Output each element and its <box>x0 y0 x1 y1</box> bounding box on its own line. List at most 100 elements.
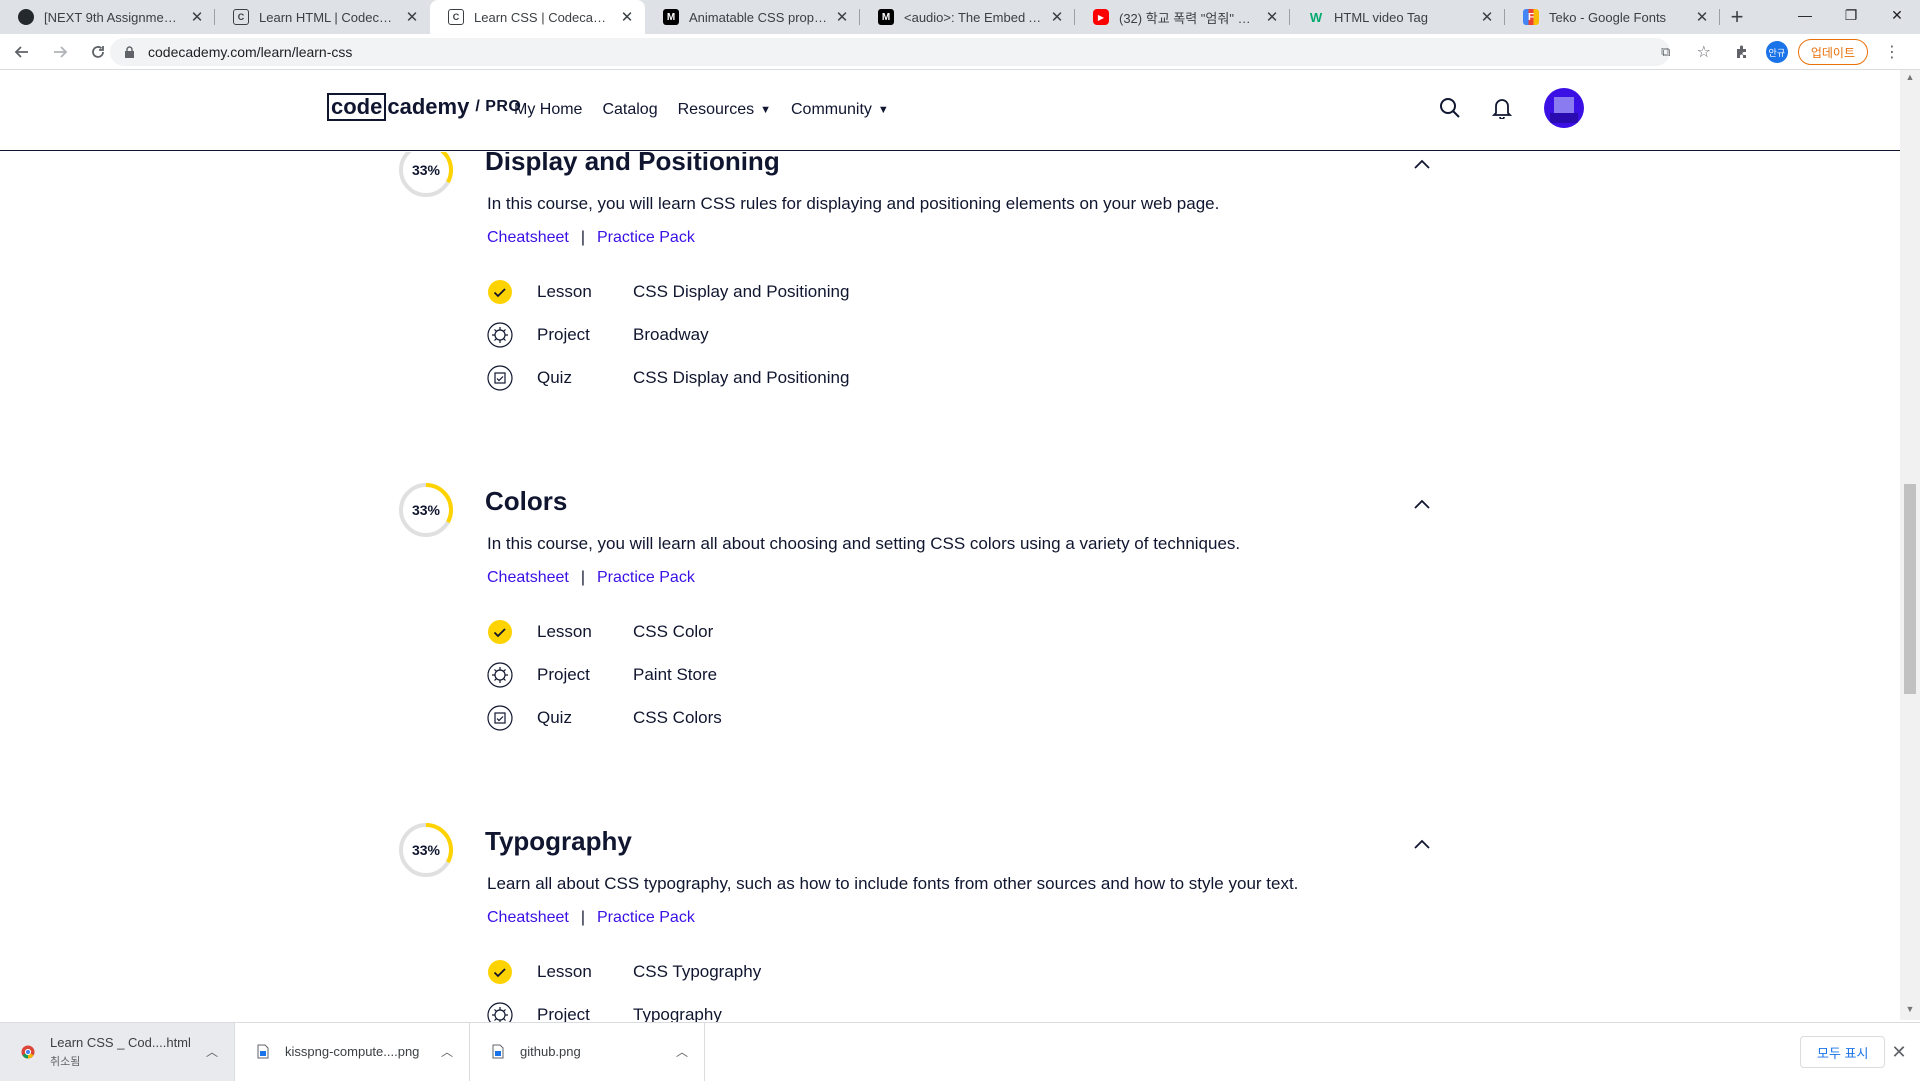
menu-kebab-icon[interactable]: ⋮ <box>1878 38 1906 66</box>
browser-tab[interactable]: C Learn HTML | Codecademy ✕ <box>215 0 430 34</box>
item-name: CSS Colors <box>633 707 722 727</box>
chevron-up-icon[interactable] <box>1410 492 1434 516</box>
item-type: Lesson <box>537 961 592 981</box>
scroll-down-icon[interactable]: ▼ <box>1900 1004 1920 1018</box>
quiz-icon <box>487 364 513 391</box>
logo-cademy: cademy <box>387 94 470 119</box>
close-shelf-icon[interactable]: ✕ <box>1888 1041 1910 1063</box>
back-button[interactable] <box>6 36 38 68</box>
browser-tab[interactable]: M <audio>: The Embed Audio ✕ <box>860 0 1075 34</box>
tab-title: <audio>: The Embed Audio <box>904 9 1043 25</box>
practice-pack-link[interactable]: Practice Pack <box>597 909 695 927</box>
browser-tab[interactable]: W HTML video Tag ✕ <box>1290 0 1505 34</box>
chevron-up-icon[interactable] <box>1410 832 1434 856</box>
translate-icon[interactable]: ⧉ <box>1652 38 1680 66</box>
check-icon <box>487 959 513 985</box>
project-icon <box>487 1001 513 1022</box>
lesson-row[interactable]: Lesson CSS Display and Positioning <box>487 270 849 313</box>
browser-tab[interactable]: F Teko - Google Fonts ✕ <box>1505 0 1720 34</box>
nav-catalog[interactable]: Catalog <box>602 101 657 119</box>
close-tab-icon[interactable]: ✕ <box>1479 8 1495 26</box>
chevron-up-icon[interactable]: ︿ <box>204 1043 220 1060</box>
minimize-icon[interactable]: — <box>1782 0 1828 30</box>
module-title: Colors <box>485 486 568 516</box>
chrome-icon <box>20 1043 36 1061</box>
show-all-downloads-button[interactable]: 모두 표시 <box>1800 1036 1886 1068</box>
chevron-up-icon[interactable] <box>1410 152 1434 176</box>
chevron-up-icon[interactable]: ︿ <box>439 1043 455 1060</box>
profile-avatar[interactable]: 안규 <box>1765 41 1788 63</box>
module-description: In this course, you will learn all about… <box>487 534 1241 553</box>
browser-tab[interactable]: ▶ (32) 학교 폭력 "엄줘" 도입 ✕ <box>1075 0 1290 34</box>
close-window-icon[interactable]: ✕ <box>1874 0 1920 30</box>
module-items: Lesson CSS Color Project Paint Store Qui… <box>487 610 722 739</box>
close-tab-icon[interactable]: ✕ <box>189 8 205 26</box>
practice-pack-link[interactable]: Practice Pack <box>597 569 695 587</box>
window-controls: — ❐ ✕ <box>1782 0 1920 30</box>
item-type: Quiz <box>537 367 572 387</box>
toolbar-actions: ⧉ ☆ 안규 업데이트 ⋮ <box>1652 38 1906 66</box>
close-tab-icon[interactable]: ✕ <box>404 8 420 26</box>
github-icon <box>18 9 34 25</box>
browser-tab[interactable]: [NEXT 9th Assignment] Se ✕ <box>0 0 215 34</box>
project-icon <box>487 661 513 688</box>
file-icon <box>255 1043 271 1061</box>
nav-community[interactable]: Community ▼ <box>791 101 889 119</box>
close-tab-icon[interactable]: ✕ <box>1264 8 1280 26</box>
project-icon <box>487 321 513 348</box>
chevron-up-icon[interactable]: ︿ <box>674 1043 690 1060</box>
item-type: Lesson <box>537 621 592 641</box>
logo-code: code <box>327 93 387 121</box>
item-name: CSS Typography <box>633 961 762 981</box>
user-avatar[interactable] <box>1544 88 1584 128</box>
url-text: codecademy.com/learn/learn-css <box>148 44 353 60</box>
item-name: CSS Display and Positioning <box>633 367 850 387</box>
codecademy-icon: C <box>233 9 249 25</box>
item-name: Typography <box>633 1004 722 1023</box>
download-item[interactable]: kisspng-compute....png ︿ <box>235 1022 470 1081</box>
bookmark-star-icon[interactable]: ☆ <box>1690 38 1718 66</box>
lesson-row[interactable]: Lesson CSS Typography <box>487 950 761 993</box>
close-tab-icon[interactable]: ✕ <box>619 8 635 26</box>
notification-bell-icon[interactable] <box>1482 88 1522 128</box>
download-item[interactable]: Learn CSS _ Cod....html 취소됨 ︿ <box>0 1022 235 1081</box>
new-tab-button[interactable]: + <box>1720 0 1754 34</box>
codecademy-icon: C <box>448 9 464 25</box>
practice-pack-link[interactable]: Practice Pack <box>597 229 695 247</box>
project-row[interactable]: Project Broadway <box>487 313 849 356</box>
quiz-row[interactable]: Quiz CSS Colors <box>487 696 722 739</box>
browser-update-button[interactable]: 업데이트 <box>1797 39 1868 65</box>
codecademy-logo[interactable]: code cademy / PRO <box>327 93 521 121</box>
scrollbar-thumb[interactable] <box>1904 484 1916 694</box>
extensions-icon[interactable] <box>1728 38 1756 66</box>
search-icon[interactable] <box>1430 88 1470 128</box>
course-syllabus: 33% Display and Positioning In this cour… <box>0 152 1900 1022</box>
tab-title: Learn CSS | Codecademy <box>474 9 613 25</box>
cheatsheet-link[interactable]: Cheatsheet <box>487 229 569 247</box>
download-item[interactable]: github.png ︿ <box>470 1022 705 1081</box>
browser-tab[interactable]: M Animatable CSS properties ✕ <box>645 0 860 34</box>
item-type: Project <box>537 324 590 344</box>
browser-tab-active[interactable]: C Learn CSS | Codecademy ✕ <box>430 0 645 34</box>
close-tab-icon[interactable]: ✕ <box>1694 8 1710 26</box>
address-bar[interactable]: codecademy.com/learn/learn-css <box>110 38 1670 66</box>
nav-resources[interactable]: Resources ▼ <box>678 101 771 119</box>
forward-button[interactable] <box>44 36 76 68</box>
progress-percent: 33% <box>411 842 441 858</box>
module-links: Cheatsheet | Practice Pack <box>487 229 695 247</box>
close-tab-icon[interactable]: ✕ <box>834 8 850 26</box>
item-name: Broadway <box>633 324 709 344</box>
link-separator: | <box>580 909 585 926</box>
cheatsheet-link[interactable]: Cheatsheet <box>487 569 569 587</box>
project-row[interactable]: Project Typography <box>487 993 761 1022</box>
scroll-up-icon[interactable]: ▲ <box>1900 72 1920 86</box>
quiz-row[interactable]: Quiz CSS Display and Positioning <box>487 356 849 399</box>
page-scrollbar[interactable]: ▲ ▼ <box>1900 70 1920 1020</box>
nav-my-home[interactable]: My Home <box>514 101 582 119</box>
project-row[interactable]: Project Paint Store <box>487 653 722 696</box>
mdn-icon: M <box>878 9 894 25</box>
close-tab-icon[interactable]: ✕ <box>1049 8 1065 26</box>
lesson-row[interactable]: Lesson CSS Color <box>487 610 722 653</box>
restore-icon[interactable]: ❐ <box>1828 0 1874 30</box>
cheatsheet-link[interactable]: Cheatsheet <box>487 909 569 927</box>
